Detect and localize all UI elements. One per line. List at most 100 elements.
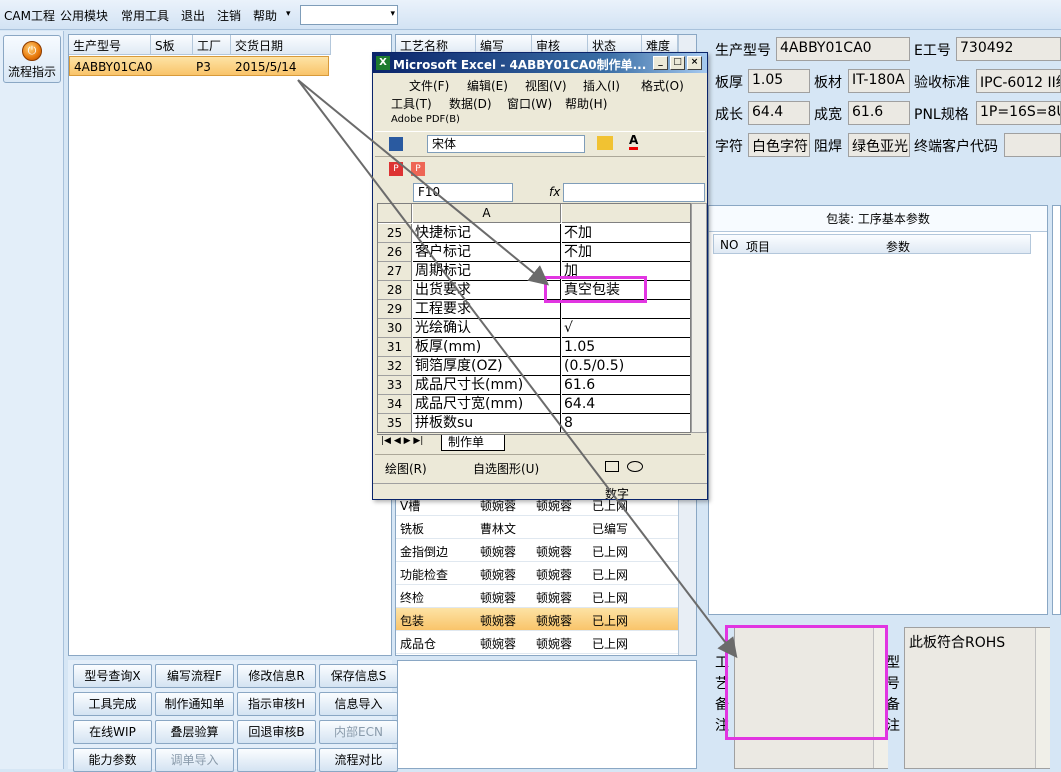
cell-a[interactable]: 出货要求 bbox=[413, 281, 561, 300]
fill-color-icon[interactable] bbox=[597, 136, 613, 150]
cell-b[interactable]: 不加 bbox=[562, 224, 690, 243]
material-field[interactable]: IT-180A bbox=[848, 69, 910, 93]
menu-logout[interactable]: 注销 bbox=[217, 7, 241, 24]
legend-color-field[interactable]: 白色字符 bbox=[748, 133, 810, 157]
model-query-button[interactable]: 型号查询X bbox=[73, 664, 152, 688]
stackup-check-button[interactable]: 叠层验算 bbox=[155, 720, 234, 744]
menu-combo-box[interactable]: ▾ bbox=[300, 5, 398, 25]
row-header[interactable]: 35 bbox=[378, 414, 412, 432]
cell-b[interactable]: 不加 bbox=[562, 243, 690, 262]
oval-icon[interactable] bbox=[627, 461, 643, 472]
cell-a[interactable]: 工程要求 bbox=[413, 300, 561, 319]
row-header[interactable]: 29 bbox=[378, 300, 412, 319]
name-box[interactable]: F10 bbox=[413, 183, 513, 202]
excel-vertical-scrollbar[interactable] bbox=[691, 203, 707, 433]
thickness-field[interactable]: 1.05 bbox=[748, 69, 810, 93]
online-wip-button[interactable]: 在线WIP bbox=[73, 720, 152, 744]
close-icon[interactable]: × bbox=[687, 56, 702, 70]
font-name-select[interactable]: 宋体 bbox=[427, 135, 585, 153]
excel-menu-help[interactable]: 帮助(H) bbox=[565, 95, 607, 112]
flow-compare-button[interactable]: 流程对比 bbox=[319, 748, 398, 772]
fx-icon[interactable]: fx bbox=[549, 185, 560, 199]
draw-menu[interactable]: 绘图(R) bbox=[385, 460, 427, 477]
cell-a[interactable]: 快捷标记 bbox=[413, 224, 561, 243]
excel-menu-window[interactable]: 窗口(W) bbox=[507, 95, 552, 112]
internal-ecn-button[interactable]: 内部ECN bbox=[319, 720, 398, 744]
row-header[interactable]: 28 bbox=[378, 281, 412, 300]
row-header[interactable]: 27 bbox=[378, 262, 412, 281]
excel-menu-file[interactable]: 文件(F) bbox=[409, 77, 449, 94]
pdf-icon[interactable]: P bbox=[389, 162, 403, 176]
cell-a[interactable]: 周期标记 bbox=[413, 262, 561, 281]
write-flow-button[interactable]: 编写流程F bbox=[155, 664, 234, 688]
cell-a[interactable]: 光绘确认 bbox=[413, 319, 561, 338]
menu-common-modules[interactable]: 公用模块 bbox=[60, 7, 108, 24]
excel-title-bar[interactable]: X Microsoft Excel - 4ABBY01CA0制作单... _ □… bbox=[373, 53, 707, 73]
table-row[interactable]: 铣板 曹林文 已编写 bbox=[396, 516, 678, 539]
save-icon[interactable] bbox=[389, 137, 403, 151]
cell-a[interactable]: 拼板数su bbox=[413, 414, 561, 432]
col-header-sboard[interactable]: S板 bbox=[151, 35, 193, 55]
flow-guide-button[interactable]: ⏻ 流程指示 bbox=[3, 35, 61, 83]
table-row[interactable]: 功能检查 顿婉蓉 顿婉蓉 已上网 bbox=[396, 562, 678, 585]
cell-a[interactable]: 成品尺寸长(mm) bbox=[413, 376, 561, 395]
row-header[interactable]: 32 bbox=[378, 357, 412, 376]
row-header[interactable]: 26 bbox=[378, 243, 412, 262]
tab-sheet-make-order[interactable]: 制作单 bbox=[441, 435, 505, 451]
save-info-button[interactable]: 保存信息S bbox=[319, 664, 398, 688]
menu-tools[interactable]: 常用工具 bbox=[121, 7, 169, 24]
acceptance-field[interactable]: IPC-6012 II级 bbox=[976, 69, 1061, 93]
cell-a[interactable]: 客户标记 bbox=[413, 243, 561, 262]
end-customer-field[interactable] bbox=[1004, 133, 1061, 157]
excel-window[interactable]: X Microsoft Excel - 4ABBY01CA0制作单... _ □… bbox=[372, 52, 708, 501]
order-import-button[interactable]: 调单导入 bbox=[155, 748, 234, 772]
make-notice-button[interactable]: 制作通知单 bbox=[155, 692, 234, 716]
excel-menu-data[interactable]: 数据(D) bbox=[449, 95, 492, 112]
col-header-b[interactable] bbox=[562, 204, 690, 223]
maximize-icon[interactable]: □ bbox=[670, 56, 685, 70]
table-row[interactable]: 终检 顿婉蓉 顿婉蓉 已上网 bbox=[396, 585, 678, 608]
excel-menu-format[interactable]: 格式(O) bbox=[641, 77, 684, 94]
excel-menu-tools[interactable]: 工具(T) bbox=[391, 95, 432, 112]
guide-audit-button[interactable]: 指示审核H bbox=[237, 692, 316, 716]
menu-cam[interactable]: CAM工程 bbox=[4, 7, 55, 24]
col-header-param[interactable]: 参数 bbox=[886, 238, 910, 255]
excel-menu-view[interactable]: 视图(V) bbox=[525, 77, 567, 94]
menu-exit[interactable]: 退出 bbox=[181, 7, 205, 24]
excel-menu-insert[interactable]: 插入(I) bbox=[583, 77, 620, 94]
tool-complete-button[interactable]: 工具完成 bbox=[73, 692, 152, 716]
row-header[interactable]: 34 bbox=[378, 395, 412, 414]
autoshape-menu[interactable]: 自选图形(U) bbox=[473, 460, 539, 477]
notes-scrollbar[interactable] bbox=[1035, 628, 1050, 768]
rectangle-icon[interactable] bbox=[605, 461, 619, 472]
minimize-icon[interactable]: _ bbox=[653, 56, 668, 70]
soldermask-field[interactable]: 绿色亚光 bbox=[848, 133, 910, 157]
table-row[interactable]: 成品仓 顿婉蓉 顿婉蓉 已上网 bbox=[396, 631, 678, 654]
cell-b[interactable]: √ bbox=[562, 319, 690, 338]
spreadsheet-grid[interactable]: A 25 快捷标记 不加 26 客户标记 不加 27 周期标记加 28 出货要求 真空包装 29 工程要… bbox=[377, 203, 691, 433]
table-row-selected[interactable]: 包装 顿婉蓉 顿婉蓉 已上网 bbox=[396, 608, 678, 631]
model-field[interactable]: 4ABBY01CA0 bbox=[776, 37, 910, 61]
menu-overflow-chevron-icon[interactable]: ▾ bbox=[286, 9, 291, 19]
model-notes-field[interactable]: 此板符合ROHS bbox=[904, 627, 1050, 769]
employee-id-field[interactable]: 730492 bbox=[956, 37, 1061, 61]
rollback-audit-button[interactable]: 回退审核B bbox=[237, 720, 316, 744]
excel-menu-adobe-pdf[interactable]: Adobe PDF(B) bbox=[391, 114, 460, 125]
table-row[interactable]: 金指倒边 顿婉蓉 顿婉蓉 已上网 bbox=[396, 539, 678, 562]
info-import-button[interactable]: 信息导入 bbox=[319, 692, 398, 716]
cell-a[interactable]: 板厚(mm) bbox=[413, 338, 561, 357]
tab-nav-icon[interactable]: |◀ ◀ ▶ ▶| bbox=[381, 436, 423, 446]
cell-b[interactable]: 8 bbox=[562, 414, 690, 432]
capability-params-button[interactable]: 能力参数 bbox=[73, 748, 152, 772]
pnl-spec-field[interactable]: 1P=16S=8U bbox=[976, 101, 1061, 125]
col-header-factory[interactable]: 工厂 bbox=[193, 35, 231, 55]
cell-b[interactable]: 64.4 bbox=[562, 395, 690, 414]
row-header[interactable]: 33 bbox=[378, 376, 412, 395]
col-header-item[interactable]: 项目 bbox=[746, 238, 770, 255]
cell-b[interactable]: 61.6 bbox=[562, 376, 690, 395]
col-header-no[interactable]: NO bbox=[720, 238, 738, 252]
col-header-model[interactable]: 生产型号 bbox=[69, 35, 151, 55]
row-header[interactable]: 25 bbox=[378, 224, 412, 243]
pdf-convert-icon[interactable]: P bbox=[411, 162, 425, 176]
col-header-a[interactable]: A bbox=[413, 204, 561, 223]
